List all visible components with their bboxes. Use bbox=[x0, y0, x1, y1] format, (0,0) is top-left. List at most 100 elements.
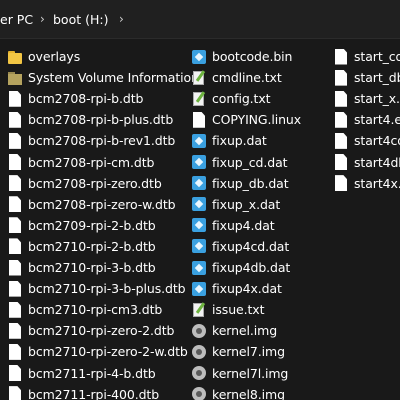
bin-file-icon bbox=[191, 281, 207, 297]
file-item[interactable]: start4x.el bbox=[333, 173, 400, 194]
file-item[interactable]: kernel7.img bbox=[191, 341, 285, 362]
file-icon bbox=[7, 196, 23, 212]
bin-file-icon bbox=[191, 49, 207, 65]
address-bar[interactable]: er PC › boot (H:) › bbox=[0, 0, 400, 39]
file-item[interactable]: fixup_db.dat bbox=[191, 173, 289, 194]
file-name: issue.txt bbox=[212, 302, 265, 318]
file-name: kernel7l.img bbox=[212, 365, 289, 381]
file-item[interactable]: start_cd.e bbox=[333, 46, 400, 67]
file-item[interactable]: bcm2708-rpi-b-rev1.dtb bbox=[7, 130, 175, 151]
file-item[interactable]: bcm2710-rpi-zero-2.dtb bbox=[7, 320, 174, 341]
file-item[interactable]: bcm2708-rpi-b-plus.dtb bbox=[7, 109, 173, 130]
file-item[interactable]: COPYING.linux bbox=[191, 109, 301, 130]
file-icon bbox=[7, 133, 23, 149]
breadcrumb-boot-drive[interactable]: boot (H:) bbox=[53, 12, 108, 27]
disc-image-icon bbox=[191, 386, 207, 400]
file-name: bcm2710-rpi-cm3.dtb bbox=[28, 302, 163, 318]
file-item[interactable]: start_db.e bbox=[333, 67, 400, 88]
file-item[interactable]: bcm2711-rpi-4-b.dtb bbox=[7, 363, 156, 384]
file-icon bbox=[333, 70, 349, 86]
bin-file-icon bbox=[191, 238, 207, 254]
chevron-right-icon[interactable]: › bbox=[40, 12, 45, 26]
file-item[interactable]: fixup4x.dat bbox=[191, 278, 282, 299]
file-name: bcm2710-rpi-zero-2-w.dtb bbox=[28, 344, 188, 360]
file-name: bcm2710-rpi-3-b.dtb bbox=[28, 260, 156, 275]
file-name: start4db.e bbox=[354, 154, 400, 170]
file-icon bbox=[7, 175, 23, 191]
file-item[interactable]: kernel.img bbox=[191, 320, 277, 341]
file-icon bbox=[7, 260, 23, 276]
file-item[interactable]: start4cd.e bbox=[333, 130, 400, 151]
folder-icon bbox=[7, 49, 23, 65]
file-name: bcm2708-rpi-zero.dtb bbox=[28, 175, 162, 191]
file-item[interactable]: bcm2709-rpi-2-b.dtb bbox=[7, 215, 156, 236]
file-icon bbox=[7, 112, 23, 128]
file-item[interactable]: fixup_x.dat bbox=[191, 194, 280, 215]
file-item[interactable]: bcm2710-rpi-3-b.dtb bbox=[7, 257, 156, 278]
file-item[interactable]: bootcode.bin bbox=[191, 46, 292, 67]
file-item[interactable]: overlays bbox=[7, 46, 80, 67]
file-item[interactable]: start_x.el bbox=[333, 88, 400, 109]
file-icon bbox=[333, 112, 349, 128]
file-icon bbox=[7, 281, 23, 297]
bin-file-icon bbox=[191, 217, 207, 233]
file-item[interactable]: cmdline.txt bbox=[191, 67, 282, 88]
file-item[interactable]: bcm2708-rpi-zero.dtb bbox=[7, 173, 162, 194]
file-name: overlays bbox=[28, 49, 81, 64]
file-name: fixup4cd.dat bbox=[212, 238, 290, 254]
file-name: bcm2708-rpi-b.dtb bbox=[28, 91, 144, 107]
file-item[interactable]: System Volume Information bbox=[7, 67, 199, 88]
file-item[interactable]: issue.txt bbox=[191, 299, 264, 320]
file-icon bbox=[191, 112, 207, 128]
file-name: bootcode.bin bbox=[212, 49, 293, 64]
chevron-right-icon[interactable]: › bbox=[119, 12, 124, 26]
file-name: fixup_x.dat bbox=[212, 196, 281, 212]
disc-image-icon bbox=[191, 365, 207, 381]
file-item[interactable]: fixup.dat bbox=[191, 130, 267, 151]
file-name: bcm2710-rpi-2-b.dtb bbox=[28, 238, 156, 254]
file-item[interactable]: bcm2710-rpi-3-b-plus.dtb bbox=[7, 278, 186, 299]
file-icon bbox=[7, 238, 23, 254]
file-item[interactable]: bcm2710-rpi-zero-2-w.dtb bbox=[7, 341, 188, 362]
file-name: config.txt bbox=[212, 91, 271, 107]
file-item[interactable]: bcm2711-rpi-400.dtb bbox=[7, 384, 159, 400]
system-folder-icon bbox=[7, 70, 23, 86]
file-name: start4cd.e bbox=[354, 133, 400, 149]
file-name: start4x.el bbox=[354, 175, 400, 191]
file-icon bbox=[333, 91, 349, 107]
bin-file-icon bbox=[191, 260, 207, 276]
file-item[interactable]: bcm2708-rpi-zero-w.dtb bbox=[7, 194, 176, 215]
file-item[interactable]: bcm2710-rpi-cm3.dtb bbox=[7, 299, 162, 320]
file-item[interactable]: fixup4db.dat bbox=[191, 257, 290, 278]
file-item[interactable]: kernel8.img bbox=[191, 384, 285, 400]
bin-file-icon bbox=[191, 196, 207, 212]
file-item[interactable]: bcm2710-rpi-2-b.dtb bbox=[7, 236, 156, 257]
file-name: COPYING.linux bbox=[212, 112, 302, 128]
file-item[interactable]: config.txt bbox=[191, 88, 271, 109]
file-icon bbox=[333, 154, 349, 170]
file-item[interactable]: fixup_cd.dat bbox=[191, 152, 288, 173]
file-item[interactable]: start4.elf bbox=[333, 109, 400, 130]
file-name: fixup4.dat bbox=[212, 217, 275, 233]
file-item[interactable]: start4db.e bbox=[333, 152, 400, 173]
file-name: fixup4db.dat bbox=[212, 260, 291, 275]
disc-image-icon bbox=[191, 323, 207, 339]
file-name: bcm2708-rpi-b-rev1.dtb bbox=[28, 133, 176, 149]
file-name: start_cd.e bbox=[354, 49, 400, 64]
file-name: fixup_db.dat bbox=[212, 175, 289, 191]
disc-image-icon bbox=[191, 344, 207, 360]
file-icon bbox=[7, 344, 23, 360]
bin-file-icon bbox=[191, 154, 207, 170]
file-item[interactable]: kernel7l.img bbox=[191, 363, 288, 384]
file-name: start_db.e bbox=[354, 70, 400, 86]
breadcrumb-this-pc[interactable]: er PC bbox=[0, 12, 33, 27]
file-item[interactable]: fixup4cd.dat bbox=[191, 236, 289, 257]
file-item[interactable]: fixup4.dat bbox=[191, 215, 275, 236]
file-name: bcm2710-rpi-3-b-plus.dtb bbox=[28, 281, 186, 297]
file-name: bcm2708-rpi-b-plus.dtb bbox=[28, 112, 174, 128]
file-icon bbox=[7, 91, 23, 107]
file-list: overlays System Volume Information bcm2708… bbox=[0, 38, 400, 400]
file-item[interactable]: bcm2708-rpi-b.dtb bbox=[7, 88, 143, 109]
file-item[interactable]: bcm2708-rpi-cm.dtb bbox=[7, 152, 154, 173]
file-icon bbox=[333, 133, 349, 149]
